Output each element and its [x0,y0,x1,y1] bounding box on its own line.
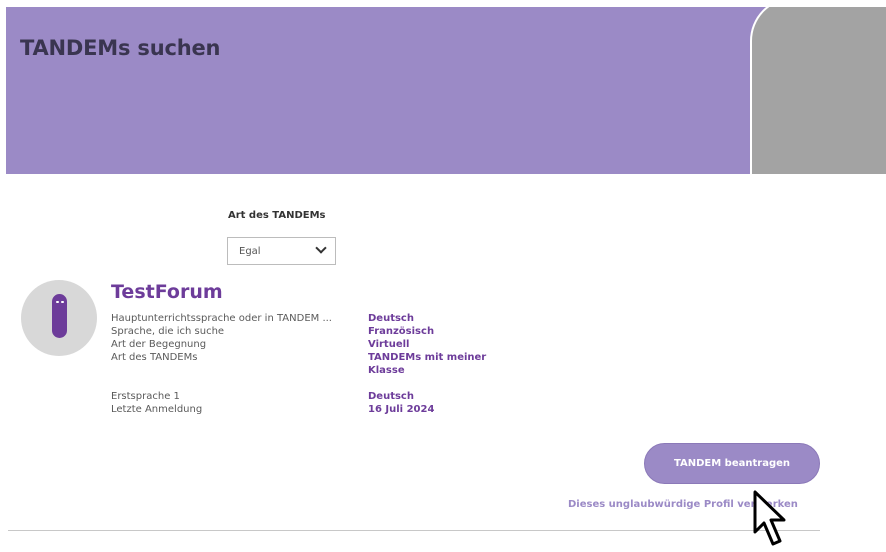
attribute-label: Art des TANDEMs [111,352,198,363]
banner-illustration [750,7,886,174]
avatar-eye-right [61,301,64,303]
attribute-value: Französisch [368,326,435,337]
tandem-type-selected: Egal [239,246,261,257]
attribute-label: Art der Begegnung [111,339,207,350]
divider [8,530,820,531]
attribute-label: Sprache, die ich suche [111,326,225,337]
profile-name[interactable]: TestForum [111,281,223,303]
page-title: TANDEMs suchen [20,36,221,60]
chevron-down-icon [315,242,327,254]
attribute-value: Deutsch [368,313,414,324]
attribute-label: Letzte Anmeldung [111,404,203,415]
attribute-value: TANDEMs mit meiner Klasse [368,352,487,376]
header-banner: TANDEMs suchen [6,7,886,174]
attribute-value: Deutsch [368,391,414,402]
mouse-pointer-icon [753,490,786,546]
filter-label: Art des TANDEMs [228,210,326,221]
tandem-type-select[interactable]: Egal [227,237,336,265]
attribute-value: 16 Juli 2024 [368,404,435,415]
attribute-value: Virtuell [368,339,410,350]
avatar-figure [52,294,67,338]
attribute-label: Hauptunterrichtssprache oder in TANDEM .… [111,313,332,324]
request-tandem-button[interactable]: TANDEM beantragen [644,443,820,484]
avatar-eye-left [56,301,59,303]
avatar[interactable] [21,280,97,356]
attribute-label: Erstsprache 1 [111,391,180,402]
